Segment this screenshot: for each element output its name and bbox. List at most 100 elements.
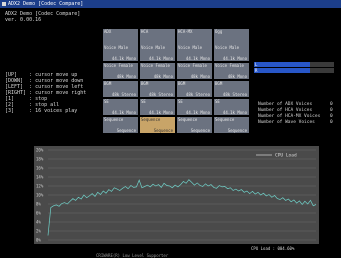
codec-cell-name: SE [141, 99, 146, 104]
codec-cell-format: Sequence [227, 128, 247, 133]
y-tick-label: 6% [36, 211, 41, 216]
codec-cell-format: 44.1k Mono [111, 56, 136, 61]
codec-cell[interactable]: Voice Male 44.1k Mono [140, 45, 175, 61]
codec-cell-name: BGM [104, 81, 112, 86]
codec-cell-format: 48k Stereo [222, 92, 247, 97]
app-icon [2, 2, 6, 6]
y-tick-label: 20% [36, 148, 44, 153]
app-window: ADX2 Demo [Codec Compare] ADX2 Demo [Cod… [0, 0, 341, 258]
codec-cell[interactable]: Sequence Sequence [177, 117, 212, 133]
y-tick-label: 14% [36, 175, 44, 180]
codec-cell[interactable]: Voice Male 44.1k Mono [103, 45, 138, 61]
codec-cell[interactable]: SE 44.1k Mono [103, 99, 138, 115]
codec-cell-name: Voice Female [104, 63, 133, 68]
cpu-load-chart: 20% 18% 16% 14% 12% 10% 8% 6% 4% 2% 0% CPU Load [36, 148, 317, 243]
codec-cell-format: 44.1k Mono [222, 110, 247, 115]
voice-count-label: Number of HCA-MX Voices [258, 114, 321, 119]
codec-cell[interactable]: ADX [103, 29, 138, 45]
window-title: ADX2 Demo [Codec Compare] [8, 1, 84, 7]
codec-cell-format: 44.1k Mono [222, 56, 247, 61]
y-tick-label: 18% [36, 157, 44, 162]
codec-cell-name: Voice Female [178, 63, 207, 68]
voice-count-row: Number of Wave Voices 0 [258, 120, 333, 126]
codec-cell-name: HCA [141, 29, 149, 34]
codec-cell-name: Voice Female [141, 63, 170, 68]
codec-cell[interactable]: Sequence Sequence [214, 117, 249, 133]
codec-cell[interactable]: Sequence Sequence [103, 117, 138, 133]
codec-cell-name: BGM [141, 81, 149, 86]
codec-cell-format: 44.1k Mono [185, 110, 210, 115]
codec-cell[interactable]: Voice Female 48k Mono [103, 63, 138, 79]
cpu-load-graph: 20% 18% 16% 14% 12% 10% 8% 6% 4% 2% 0% CPU Load [34, 146, 319, 244]
codec-cell[interactable]: Voice Male 44.1k Mono [214, 45, 249, 61]
legend-label: CPU Load [275, 153, 297, 159]
demo-version: ver. 0.00.16 [5, 17, 42, 23]
y-tick-label: 4% [36, 220, 41, 225]
y-tick-label: 2% [36, 229, 41, 234]
help-line: [3] : 16 voices play [5, 108, 78, 114]
voice-count-label: Number of Wave Voices [258, 120, 315, 125]
y-tick-label: 0% [36, 238, 41, 243]
codec-cell-format: Sequence [190, 128, 210, 133]
voice-count-label: Number of HCA Voices [258, 108, 313, 113]
codec-cell-format: 44.1k Mono [148, 110, 173, 115]
codec-cell[interactable]: HCA [140, 29, 175, 45]
codec-cell-name: Ogg [215, 29, 223, 34]
codec-cell[interactable]: BGM 48k Stereo [103, 81, 138, 97]
codec-cell-name: Sequence [215, 117, 235, 122]
codec-cell[interactable]: SE 44.1k Mono [140, 99, 175, 115]
codec-cell-format: Sequence [116, 128, 136, 133]
codec-cell[interactable]: HCA-MX [177, 29, 212, 45]
window-titlebar[interactable]: ADX2 Demo [Codec Compare] [0, 0, 341, 8]
codec-cell[interactable]: Voice Female 48k Mono [214, 63, 249, 79]
codec-cell-name: Voice Male [104, 45, 129, 50]
codec-cell-name: BGM [215, 81, 223, 86]
codec-cell[interactable]: BGM 48k Stereo [177, 81, 212, 97]
codec-cell-format: 48k Mono [153, 74, 173, 79]
codec-cell-name: Voice Male [141, 45, 166, 50]
y-tick-label: 8% [36, 202, 41, 207]
codec-cell[interactable]: BGM 48k Stereo [140, 81, 175, 97]
codec-cell-format: 48k Mono [227, 74, 247, 79]
codec-cell[interactable]: Ogg [214, 29, 249, 45]
voice-count-label: Number of ADX Voices [258, 102, 313, 107]
codec-cell-format: 48k Stereo [111, 92, 136, 97]
codec-cell-format: Sequence [153, 128, 173, 133]
codec-cell-name: SE [178, 99, 183, 104]
codec-cell[interactable]: Voice Female 48k Mono [140, 63, 175, 79]
codec-cell-name: Sequence [178, 117, 198, 122]
codec-cell-name: Sequence [104, 117, 124, 122]
codec-cell-name: Voice Male [215, 45, 240, 50]
codec-cell[interactable]: Sequence Sequence [140, 117, 175, 133]
codec-cell-name: HCA-MX [178, 29, 193, 34]
codec-cell-format: 48k Mono [116, 74, 136, 79]
codec-cell-name: SE [104, 99, 109, 104]
codec-cell-format: 48k Stereo [185, 92, 210, 97]
codec-cell-name: Voice Female [215, 63, 244, 68]
volume-meter-r-fill [254, 68, 310, 73]
volume-meter-l: L [254, 62, 334, 67]
codec-cell-name: ADX [104, 29, 112, 34]
cpu-load-readout: CPU Load : 004.60% [251, 246, 295, 251]
codec-cell[interactable]: SE 44.1k Mono [214, 99, 249, 115]
codec-cell[interactable]: SE 44.1k Mono [177, 99, 212, 115]
codec-cell-name: Voice Male [178, 45, 203, 50]
voice-count-value: 0 [330, 120, 333, 125]
volume-meter-l-label: L [255, 62, 258, 67]
codec-cell[interactable]: Voice Male 44.1k Mono [177, 45, 212, 61]
codec-cell[interactable]: Voice Female 48k Mono [177, 63, 212, 79]
codec-cell-name: SE [215, 99, 220, 104]
y-tick-label: 16% [36, 166, 44, 171]
codec-cell-format: 44.1k Mono [148, 56, 173, 61]
codec-cell-format: 48k Stereo [148, 92, 173, 97]
volume-meter-r-label: R [255, 68, 258, 73]
volume-meter-r: R [254, 68, 334, 73]
volume-meter-l-fill [254, 62, 310, 67]
y-tick-label: 10% [36, 193, 44, 198]
footer-text: CRIWARE(R) Low Level Supporter [96, 253, 169, 258]
codec-cell-format: 44.1k Mono [185, 56, 210, 61]
codec-cell-name: BGM [178, 81, 186, 86]
codec-cell-format: 48k Mono [190, 74, 210, 79]
cpu-load-series [47, 179, 317, 236]
codec-cell[interactable]: BGM 48k Stereo [214, 81, 249, 97]
